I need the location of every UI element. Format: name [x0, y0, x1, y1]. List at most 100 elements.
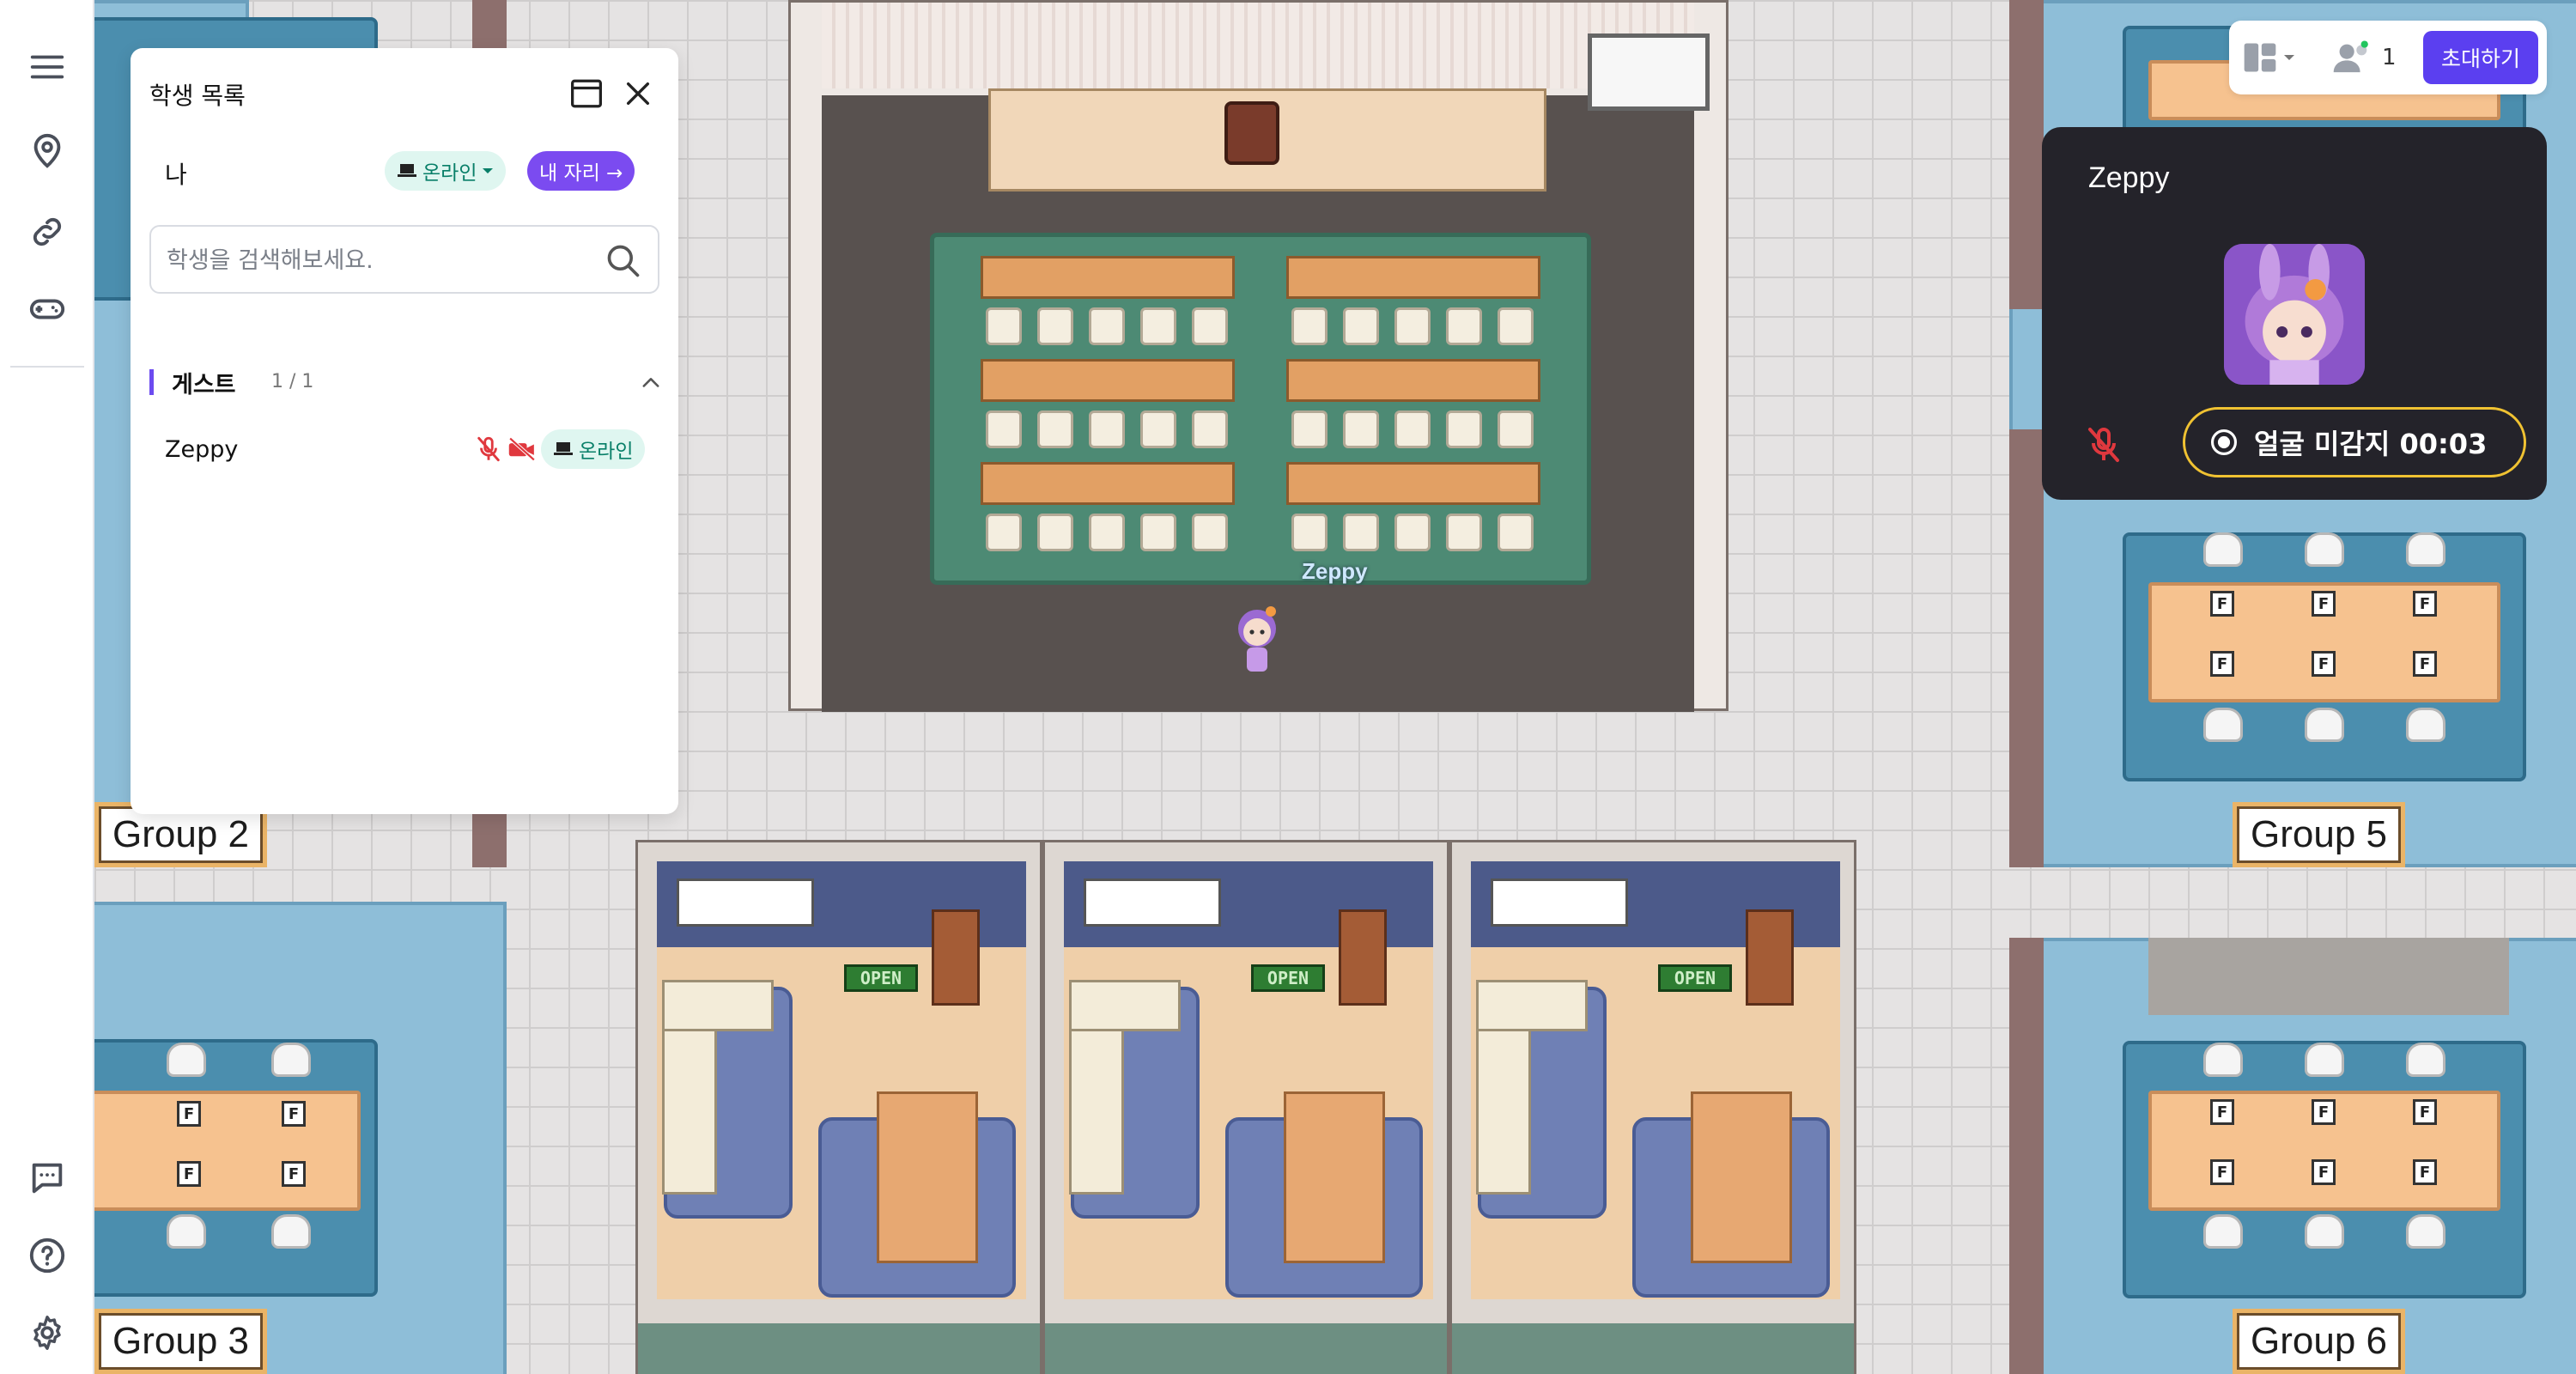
seat[interactable]: [1192, 410, 1228, 448]
f-interaction-tile[interactable]: F: [2312, 1159, 2336, 1185]
f-interaction-tile[interactable]: F: [2312, 1099, 2336, 1125]
whiteboard[interactable]: [1491, 879, 1628, 927]
nav-divider: [10, 366, 84, 368]
chair: [2305, 532, 2344, 567]
seat[interactable]: [1192, 307, 1228, 345]
map-pin-icon[interactable]: [23, 127, 71, 175]
seat[interactable]: [1446, 410, 1482, 448]
close-button[interactable]: [618, 74, 658, 113]
f-interaction-tile[interactable]: F: [2312, 591, 2336, 617]
seat[interactable]: [1140, 514, 1176, 551]
seat[interactable]: [1291, 514, 1327, 551]
search-box: [149, 225, 659, 294]
member-row[interactable]: Zeppy 온라인: [149, 426, 659, 476]
f-interaction-tile[interactable]: F: [2210, 651, 2234, 677]
sofa[interactable]: [662, 980, 774, 1031]
gamepad-icon[interactable]: [23, 285, 71, 333]
room-entrance: [638, 1323, 1040, 1374]
f-interaction-tile[interactable]: F: [177, 1161, 201, 1187]
help-icon[interactable]: [23, 1231, 71, 1280]
status-label: 온라인: [422, 162, 477, 185]
invite-button[interactable]: 초대하기: [2423, 31, 2538, 84]
seat[interactable]: [1089, 410, 1125, 448]
f-interaction-tile[interactable]: F: [282, 1101, 306, 1127]
player-avatar[interactable]: [1230, 598, 1285, 684]
caret-down-icon: [2284, 55, 2294, 60]
bookshelf: [1746, 909, 1794, 1006]
sofa[interactable]: [1476, 980, 1588, 1031]
status-dropdown[interactable]: 온라인: [385, 151, 507, 191]
whiteboard[interactable]: [1588, 33, 1710, 111]
group-table: [94, 1091, 361, 1211]
f-interaction-tile[interactable]: F: [2413, 591, 2437, 617]
menu-icon[interactable]: [23, 43, 71, 91]
whiteboard[interactable]: [677, 879, 814, 927]
seat[interactable]: [1037, 514, 1073, 551]
chair: [167, 1043, 206, 1077]
study-room-1: OPEN: [635, 840, 1042, 1374]
group-accent-bar: [149, 369, 154, 395]
seat[interactable]: [1498, 514, 1534, 551]
desk: [1286, 256, 1540, 299]
seat[interactable]: [986, 307, 1022, 345]
room-wall: [2009, 429, 2044, 867]
participants-button[interactable]: 1: [2332, 34, 2409, 81]
seat[interactable]: [1291, 410, 1327, 448]
f-interaction-tile[interactable]: F: [2210, 1099, 2234, 1125]
table: [1691, 1091, 1792, 1263]
chair: [2406, 708, 2445, 742]
podium[interactable]: [1224, 101, 1279, 165]
settings-icon[interactable]: [23, 1309, 71, 1357]
mic-off-icon[interactable]: [2083, 424, 2124, 465]
seat[interactable]: [1394, 514, 1431, 551]
record-icon: [2210, 429, 2238, 456]
table: [1284, 1091, 1385, 1263]
guest-group-header[interactable]: 게스트 1 / 1: [149, 366, 659, 400]
seat[interactable]: [1140, 410, 1176, 448]
search-input[interactable]: [167, 239, 579, 282]
my-seat-button[interactable]: 내 자리 →: [527, 151, 635, 191]
f-interaction-tile[interactable]: F: [2413, 1159, 2437, 1185]
seat[interactable]: [1446, 307, 1482, 345]
link-icon[interactable]: [23, 208, 71, 256]
room-wall: [2009, 0, 2044, 309]
sofa[interactable]: [1069, 980, 1181, 1031]
top-right-toolbar: 1 초대하기: [2229, 21, 2547, 94]
search-icon[interactable]: [605, 242, 642, 280]
f-interaction-tile[interactable]: F: [282, 1161, 306, 1187]
seat[interactable]: [1498, 307, 1534, 345]
seat[interactable]: [1343, 514, 1379, 551]
seat[interactable]: [1037, 410, 1073, 448]
f-interaction-tile[interactable]: F: [2413, 651, 2437, 677]
seat[interactable]: [1343, 307, 1379, 345]
study-room-3: OPEN: [1449, 840, 1856, 1374]
chair: [271, 1214, 311, 1249]
seat[interactable]: [1192, 514, 1228, 551]
seat[interactable]: [1394, 410, 1431, 448]
laptop-icon: [554, 442, 573, 455]
f-interaction-tile[interactable]: F: [2210, 591, 2234, 617]
seat[interactable]: [986, 514, 1022, 551]
seat[interactable]: [1498, 410, 1534, 448]
classroom-carpet: [930, 233, 1591, 585]
seat[interactable]: [1394, 307, 1431, 345]
f-interaction-tile[interactable]: F: [2312, 651, 2336, 677]
whiteboard[interactable]: [1084, 879, 1221, 927]
seat[interactable]: [986, 410, 1022, 448]
seat[interactable]: [1089, 307, 1125, 345]
seat[interactable]: [1291, 307, 1327, 345]
f-interaction-tile[interactable]: F: [177, 1101, 201, 1127]
maximize-button[interactable]: [567, 74, 606, 113]
seat[interactable]: [1140, 307, 1176, 345]
f-interaction-tile[interactable]: F: [2210, 1159, 2234, 1185]
chair: [2305, 1214, 2344, 1249]
f-interaction-tile[interactable]: F: [2413, 1099, 2437, 1125]
chevron-up-icon[interactable]: [639, 371, 663, 395]
seat[interactable]: [1037, 307, 1073, 345]
seat[interactable]: [1446, 514, 1482, 551]
seat[interactable]: [1343, 410, 1379, 448]
chat-icon[interactable]: [23, 1154, 71, 1202]
video-user-name: Zeppy: [2088, 161, 2170, 194]
seat[interactable]: [1089, 514, 1125, 551]
layout-button[interactable]: [2241, 36, 2310, 79]
